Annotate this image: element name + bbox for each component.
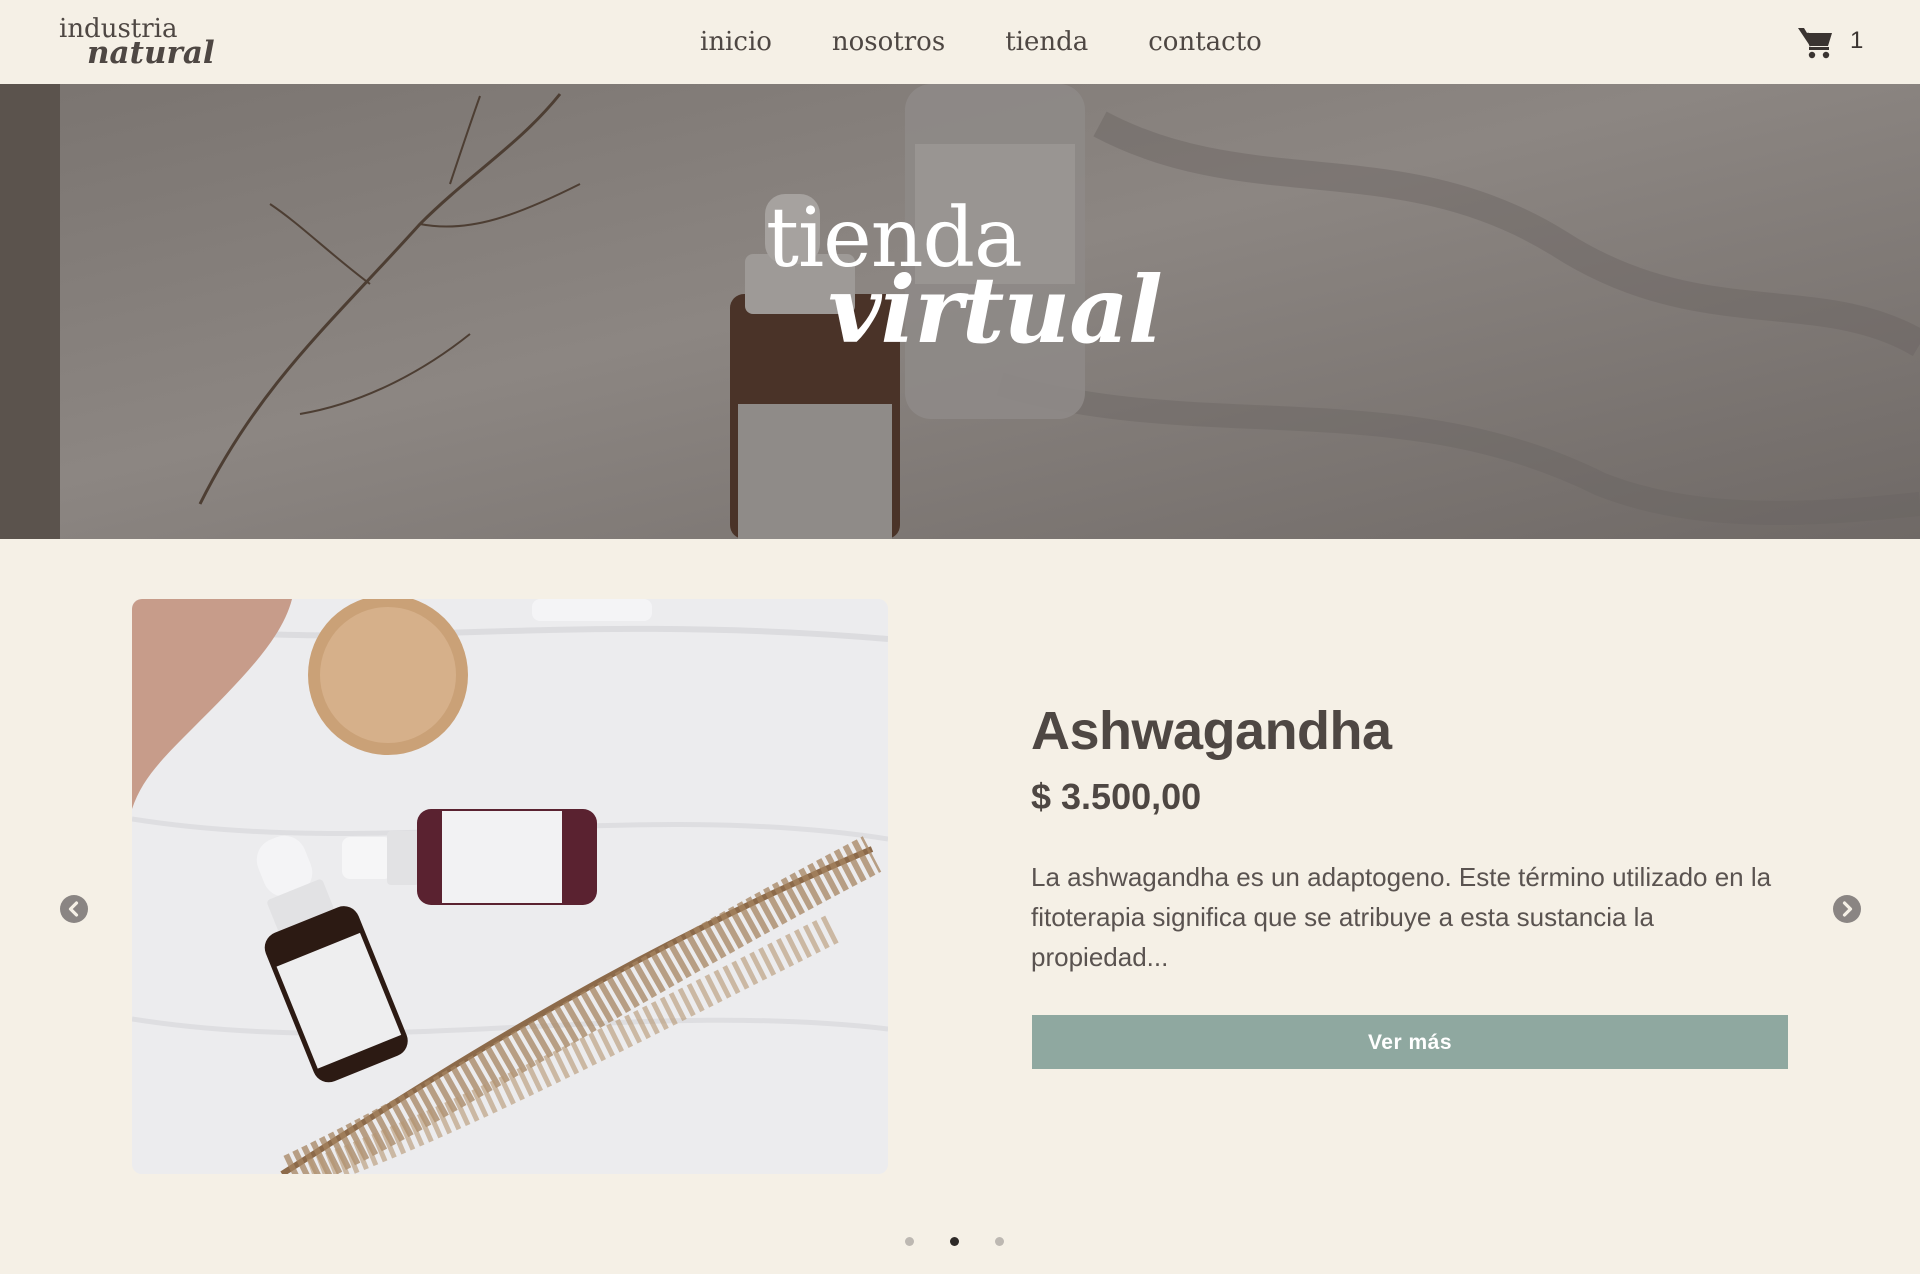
chevron-right-icon (1842, 901, 1853, 917)
ver-mas-button[interactable]: Ver más (1032, 1015, 1788, 1069)
product-name: Ashwagandha (1031, 701, 1392, 761)
product-image[interactable] (132, 599, 888, 1174)
main-nav: inicio nosotros tienda contacto (700, 22, 1262, 62)
nav-item-inicio[interactable]: inicio (700, 22, 772, 62)
nav-item-tienda[interactable]: tienda (1005, 22, 1088, 62)
hero-title-line-2: virtual (828, 256, 1163, 364)
product-description: La ashwagandha es un adaptogeno. Este té… (1031, 862, 1772, 972)
site-header: industria natural inicio nosotros tienda… (0, 0, 1920, 84)
product-price: $ 3.500,00 (1031, 776, 1202, 817)
nav-item-nosotros[interactable]: nosotros (832, 22, 945, 62)
logo-word-bottom: natural (87, 35, 215, 71)
carousel-prev-button[interactable] (60, 895, 88, 923)
carousel-next-button[interactable] (1833, 895, 1861, 923)
carousel-dot[interactable] (950, 1237, 959, 1246)
cart-button[interactable]: 1 (1796, 22, 1866, 62)
hero-banner: tienda virtual (0, 84, 1920, 539)
carousel-dots (905, 1237, 1015, 1249)
logo[interactable]: industria natural (59, 10, 219, 74)
product-carousel: Ashwagandha $ 3.500,00 La ashwagandha es… (0, 539, 1920, 1274)
cart-count: 1 (1850, 27, 1864, 54)
product-photo (132, 599, 888, 1174)
chevron-left-icon (68, 901, 79, 917)
shopping-cart-icon (1798, 28, 1832, 59)
carousel-dot[interactable] (905, 1237, 914, 1246)
nav-item-contacto[interactable]: contacto (1148, 22, 1262, 62)
carousel-dot[interactable] (995, 1237, 1004, 1246)
